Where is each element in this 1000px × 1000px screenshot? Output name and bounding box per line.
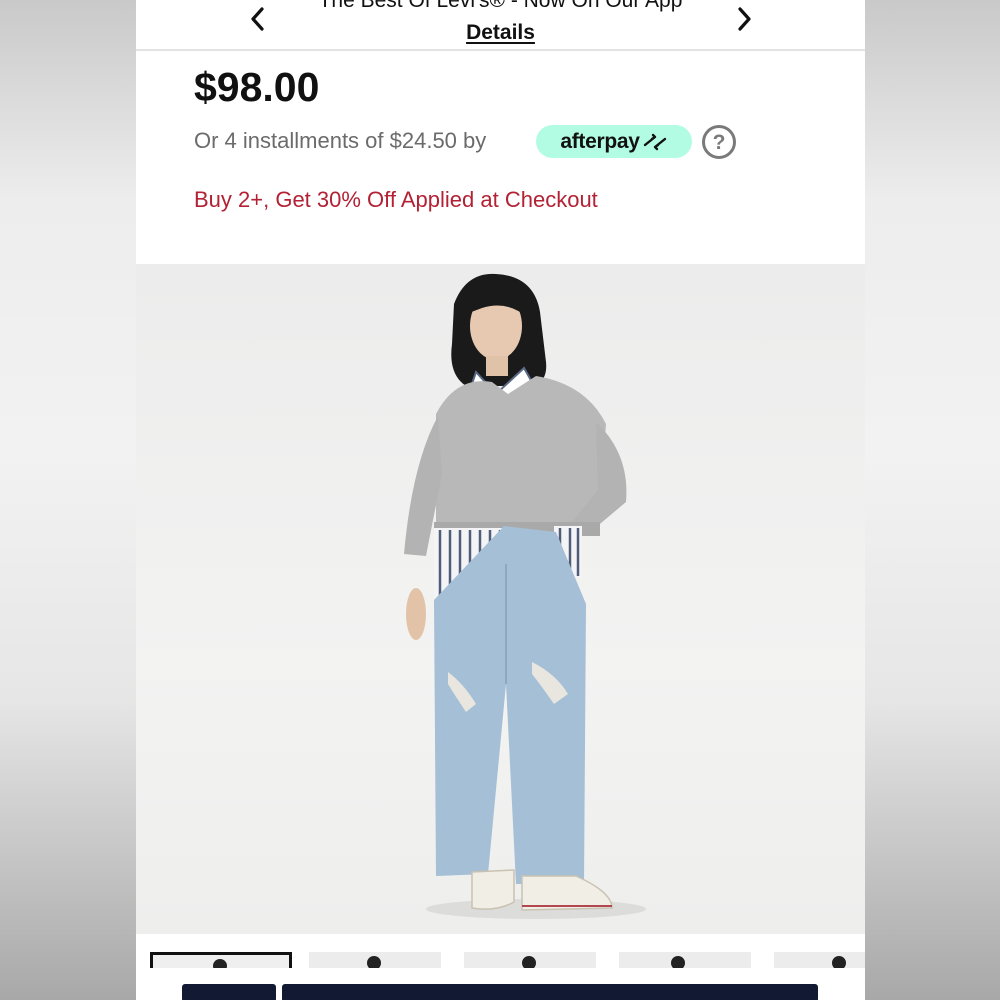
afterpay-badge[interactable]: afterpay <box>536 125 692 158</box>
background-left <box>0 0 136 1000</box>
product-hero-image[interactable] <box>136 264 865 934</box>
product-price: $98.00 <box>194 64 320 110</box>
installments-text: Or 4 installments of $24.50 by <box>194 128 487 153</box>
product-page: The Best Of Levi's® - Now On Our App Det… <box>136 0 865 1000</box>
secondary-action-button[interactable] <box>182 984 276 1000</box>
afterpay-loop-icon <box>643 133 666 150</box>
add-to-bag-button[interactable] <box>282 984 818 1000</box>
chevron-right-icon[interactable] <box>732 6 756 32</box>
promo-details-link[interactable]: Details <box>466 21 535 44</box>
multi-buy-promo: Buy 2+, Get 30% Off Applied at Checkout <box>194 187 598 212</box>
help-icon[interactable]: ? <box>702 125 736 159</box>
afterpay-label: afterpay <box>560 129 640 153</box>
bottom-action-bar <box>136 968 865 1000</box>
model-photo <box>404 273 646 919</box>
background-right <box>864 0 1000 1000</box>
promo-banner: The Best Of Levi's® - Now On Our App Det… <box>136 0 865 51</box>
